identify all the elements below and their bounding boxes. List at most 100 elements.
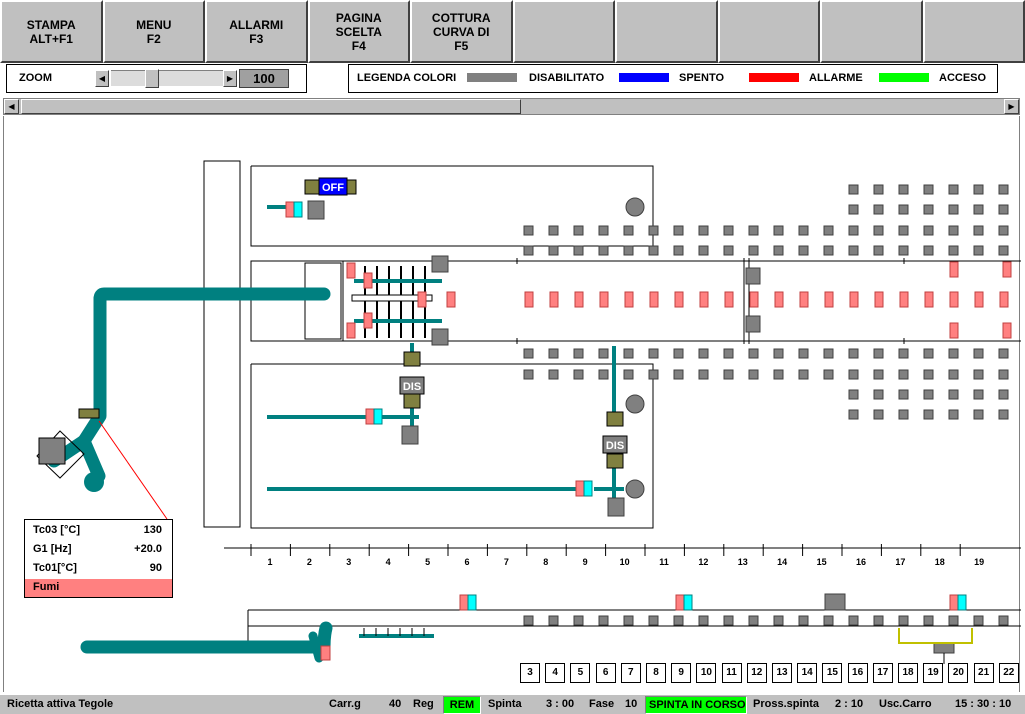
firing-curve-button[interactable]: COTTURA CURVA DI F5 bbox=[410, 0, 513, 63]
disabled-burner bbox=[948, 204, 959, 215]
position-number: 18 bbox=[934, 557, 945, 567]
disabled-burner bbox=[973, 409, 984, 420]
zoom-value: 100 bbox=[239, 69, 289, 88]
disabled-burner bbox=[873, 369, 884, 380]
zoom-decrease-button[interactable]: ◀ bbox=[95, 70, 109, 87]
zoom-slider-thumb[interactable] bbox=[145, 69, 159, 88]
active-recipe: Ricetta attiva Tegole bbox=[7, 698, 114, 710]
alarm-burner bbox=[949, 322, 959, 339]
disabled-burner bbox=[773, 225, 784, 236]
position-number: 5 bbox=[425, 557, 431, 567]
scrollbar-thumb[interactable] bbox=[21, 99, 521, 114]
disabled-burner bbox=[923, 369, 934, 380]
alarm-burner bbox=[417, 291, 427, 308]
zoom-increase-button[interactable]: ▶ bbox=[223, 70, 237, 87]
param-value: 90 bbox=[149, 562, 162, 574]
alarm-burner bbox=[699, 291, 709, 308]
disabled-burner bbox=[873, 204, 884, 215]
empty-fkey-button[interactable] bbox=[615, 0, 718, 63]
disabled-burner bbox=[523, 245, 534, 256]
zoom-label: ZOOM bbox=[19, 72, 52, 84]
next-push-label: Pross.spinta bbox=[753, 698, 820, 710]
zoom-slider[interactable] bbox=[111, 70, 223, 87]
cart-number[interactable]: 22 bbox=[998, 663, 1019, 683]
alarm-burner bbox=[774, 291, 784, 308]
tunnel-entry bbox=[250, 260, 344, 342]
disabled-burner bbox=[848, 245, 859, 256]
kiln-synoptic: OFF DIS DIS 1 2 3 4 5 6 7 8 9 10 11 12 13 14 15 16 17 18 1… bbox=[3, 116, 1021, 692]
empty-fkey-button[interactable] bbox=[922, 0, 1025, 63]
scroll-left-button[interactable]: ◀ bbox=[4, 99, 19, 114]
scroll-right-button[interactable]: ▶ bbox=[1004, 99, 1019, 114]
position-number: 12 bbox=[698, 557, 709, 567]
disabled-burner bbox=[773, 245, 784, 256]
valve-dis-badge: DIS bbox=[606, 440, 624, 452]
disabled-burner bbox=[723, 245, 734, 256]
disabled-burner bbox=[623, 225, 634, 236]
disabled-burner bbox=[673, 348, 684, 359]
zoom-control: ZOOM ◀ ▶ 100 bbox=[6, 64, 307, 93]
cart-number[interactable]: 4 bbox=[545, 663, 566, 683]
disabled-burner bbox=[623, 245, 634, 256]
disabled-burner bbox=[673, 369, 684, 380]
empty-fkey-button[interactable] bbox=[820, 0, 923, 63]
cart-number[interactable]: 12 bbox=[746, 663, 767, 683]
cart-number[interactable]: 20 bbox=[948, 663, 969, 683]
cart-number[interactable]: 8 bbox=[646, 663, 666, 683]
alarm-burner bbox=[363, 272, 373, 289]
disabled-burner bbox=[923, 245, 934, 256]
param-value: 130 bbox=[143, 524, 162, 536]
position-number: 10 bbox=[619, 557, 630, 567]
disabled-burner bbox=[723, 369, 734, 380]
menu-button[interactable]: MENU F2 bbox=[102, 0, 205, 63]
horizontal-scrollbar[interactable]: ◀ ▶ bbox=[3, 98, 1020, 115]
position-number: 16 bbox=[855, 557, 866, 567]
empty-fkey-button[interactable] bbox=[717, 0, 820, 63]
legend-swatch-disabled bbox=[467, 73, 517, 82]
cart-number[interactable]: 6 bbox=[595, 663, 616, 683]
disabled-burner bbox=[723, 225, 734, 236]
disabled-burner bbox=[748, 245, 759, 256]
disabled-burner bbox=[873, 348, 884, 359]
cart-number[interactable]: 14 bbox=[797, 663, 818, 683]
cart-number[interactable]: 3 bbox=[520, 663, 540, 683]
cart-number[interactable]: 13 bbox=[772, 663, 792, 683]
cart-number[interactable]: 21 bbox=[973, 663, 994, 683]
disabled-burner bbox=[723, 348, 734, 359]
page-select-button[interactable]: PAGINA SCELTA F4 bbox=[307, 0, 410, 63]
empty-fkey-button[interactable] bbox=[512, 0, 615, 63]
cart-number[interactable]: 18 bbox=[898, 663, 918, 683]
disabled-burner bbox=[998, 348, 1009, 359]
disabled-burner bbox=[873, 184, 884, 195]
alarm-banner[interactable]: Fumi bbox=[25, 579, 172, 597]
cart-number[interactable]: 10 bbox=[696, 663, 717, 683]
disabled-burner bbox=[798, 615, 809, 626]
alarms-button[interactable]: ALLARMI F3 bbox=[205, 0, 308, 63]
print-button[interactable]: STAMPA ALT+F1 bbox=[0, 0, 103, 63]
cart-number[interactable]: 9 bbox=[671, 663, 692, 683]
state-indicator: SPINTA IN CORSO bbox=[645, 696, 747, 714]
legend-title: LEGENDA COLORI bbox=[357, 72, 457, 84]
position-number: 15 bbox=[816, 557, 827, 567]
cart-number[interactable]: 5 bbox=[570, 663, 591, 683]
cart-number[interactable]: 19 bbox=[923, 663, 944, 683]
valve-dis-badge: DIS bbox=[403, 381, 421, 393]
cart-number[interactable]: 16 bbox=[847, 663, 868, 683]
cart-number[interactable]: 15 bbox=[822, 663, 843, 683]
position-number: 11 bbox=[659, 557, 669, 567]
cart-number[interactable]: 17 bbox=[872, 663, 893, 683]
position-number: 3 bbox=[346, 557, 352, 567]
alarm-burner bbox=[949, 291, 959, 308]
disabled-burner bbox=[998, 389, 1009, 400]
cart-number[interactable]: 11 bbox=[721, 663, 742, 683]
disabled-burner bbox=[573, 245, 584, 256]
alarm-burner bbox=[674, 291, 684, 308]
disabled-burner bbox=[598, 348, 609, 359]
disabled-burner bbox=[648, 615, 659, 626]
cart-number[interactable]: 7 bbox=[620, 663, 641, 683]
disabled-burner bbox=[998, 204, 1009, 215]
legend-label-alarm: ALLARME bbox=[809, 72, 863, 84]
disabled-burner bbox=[973, 348, 984, 359]
disabled-burner bbox=[848, 409, 859, 420]
alarm-burner bbox=[1002, 322, 1012, 339]
